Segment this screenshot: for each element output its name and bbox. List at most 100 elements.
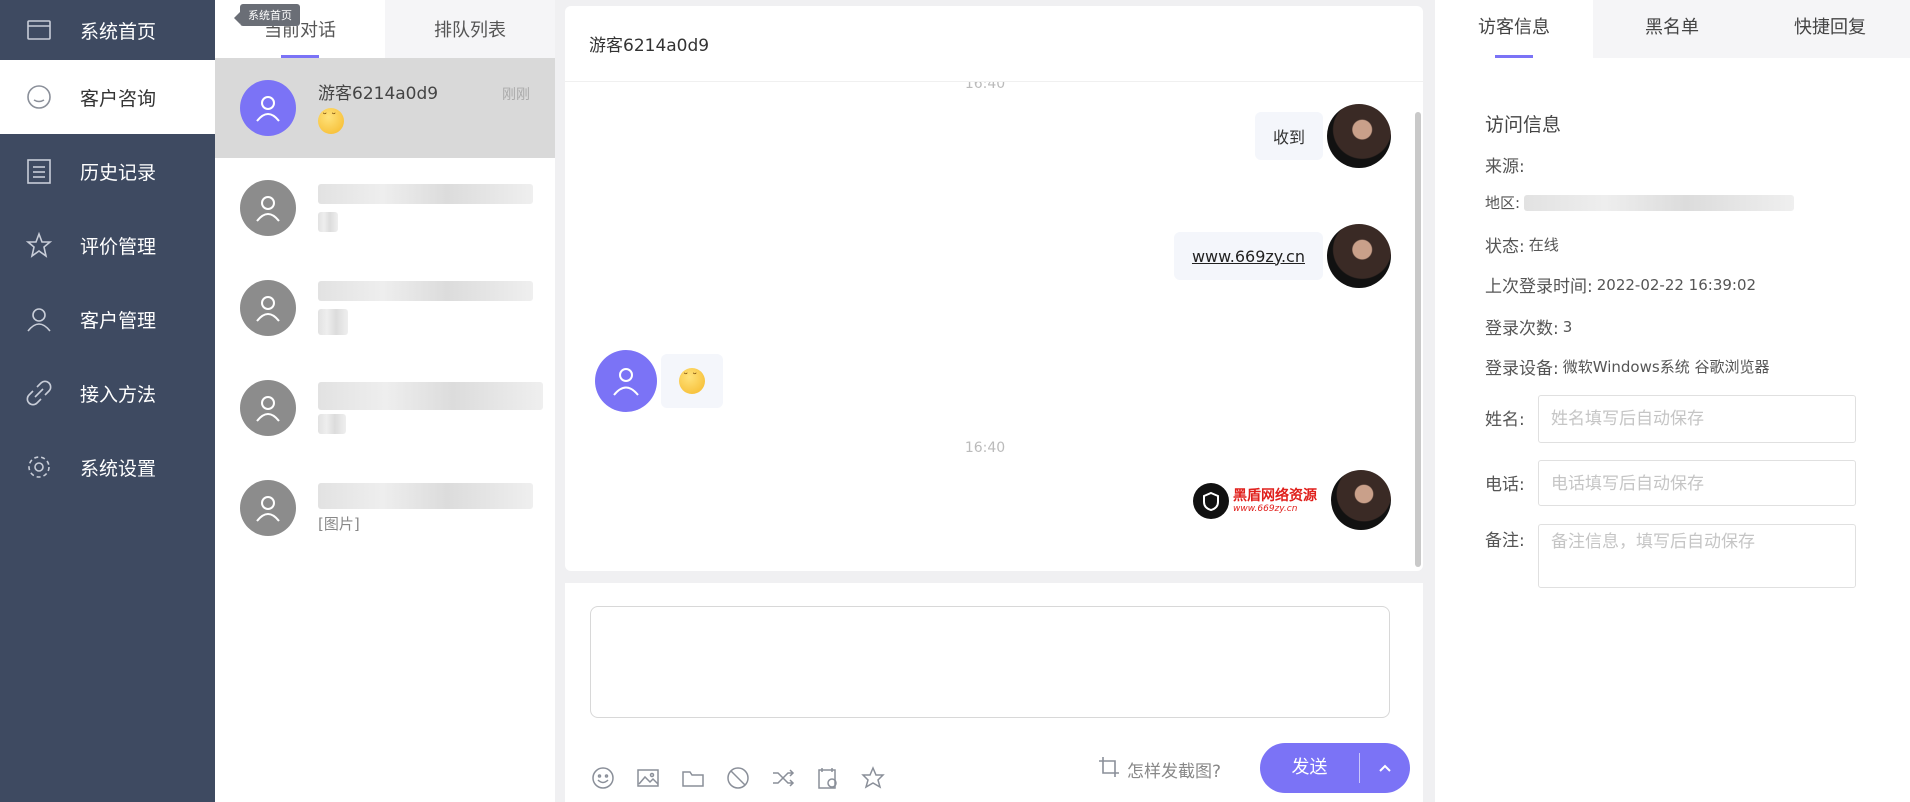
transfer-icon[interactable] xyxy=(770,765,795,790)
block-icon[interactable] xyxy=(725,765,750,790)
device-value: 微软Windows系统 谷歌浏览器 xyxy=(1562,358,1770,376)
region-field: 地区: xyxy=(1485,192,1795,213)
chat-window: 游客6214a0d9 16:40 收到 www.669zy.cn 16:40 黑… xyxy=(565,6,1423,571)
note-label: 备注: xyxy=(1485,531,1525,551)
conversation-item[interactable] xyxy=(215,158,555,258)
message-time: 16:40 xyxy=(964,440,1006,456)
nav-item-consult[interactable]: 客户咨询 xyxy=(0,60,215,134)
tab-blacklist[interactable]: 黑名单 xyxy=(1593,0,1751,58)
agent-avatar xyxy=(1327,104,1391,168)
composer-toolbar xyxy=(590,765,885,790)
chat-messages[interactable]: 16:40 收到 www.669zy.cn 16:40 黑盾网络资源 www.6… xyxy=(565,82,1423,571)
login-count-field: 登录次数: 3 xyxy=(1485,314,1573,340)
last-login-value: 2022-02-22 16:39:02 xyxy=(1596,275,1757,294)
nav-label: 客户咨询 xyxy=(80,87,157,110)
folder-icon[interactable] xyxy=(680,765,705,790)
last-login-field: 上次登录时间: 2022-02-22 16:39:02 xyxy=(1485,272,1757,298)
visitor-info-panel: 访客信息 黑名单 快捷回复 访问信息 来源: 地区: 状态: 在线 上次登录时间… xyxy=(1435,0,1910,802)
redacted-region xyxy=(1524,194,1795,211)
nav-item-customers[interactable]: 客户管理 xyxy=(0,282,215,356)
tab-queue[interactable]: 排队列表 xyxy=(385,0,555,58)
send-label: 发送 xyxy=(1260,753,1360,783)
emoji-icon xyxy=(318,107,344,134)
chevron-up-icon[interactable] xyxy=(1360,763,1410,773)
history-icon[interactable] xyxy=(815,765,840,790)
redacted-preview xyxy=(318,414,346,434)
redacted-preview xyxy=(318,212,338,232)
note-input[interactable]: 备注信息，填写后自动保存 xyxy=(1538,524,1856,588)
redacted-name xyxy=(318,482,533,509)
visitor-avatar xyxy=(240,180,296,236)
chat-scrollbar[interactable] xyxy=(1415,112,1421,567)
nav-item-home[interactable]: 系统首页 xyxy=(0,0,215,60)
redacted-name xyxy=(318,184,533,204)
window-icon xyxy=(24,15,54,45)
phone-input[interactable]: 电话填写后自动保存 xyxy=(1538,460,1856,506)
agent-avatar xyxy=(1331,470,1391,530)
nav-label: 客户管理 xyxy=(80,309,157,332)
conversation-preview: [图片] xyxy=(318,514,360,533)
list-icon xyxy=(24,156,54,186)
composer: 怎样发截图? 发送 xyxy=(565,583,1423,802)
info-tabs: 访客信息 黑名单 快捷回复 xyxy=(1435,0,1910,58)
nav-label: 系统设置 xyxy=(80,457,157,480)
login-count-value: 3 xyxy=(1562,317,1573,336)
conversation-item[interactable]: [图片] xyxy=(215,458,555,558)
redacted-preview xyxy=(318,309,348,335)
tab-visitor-info[interactable]: 访客信息 xyxy=(1435,0,1593,58)
conversation-item[interactable]: 游客6214a0d9 刚刚 xyxy=(215,58,555,158)
section-title: 访问信息 xyxy=(1485,114,1562,136)
conversation-item[interactable] xyxy=(215,358,555,458)
star-icon xyxy=(24,230,54,260)
conversation-panel: 当前对话 排队列表 游客6214a0d9 刚刚 xyxy=(215,0,555,802)
device-field: 登录设备: 微软Windows系统 谷歌浏览器 xyxy=(1485,354,1769,379)
last-login-label: 上次登录时间: xyxy=(1485,277,1593,297)
visitor-avatar xyxy=(240,80,296,136)
conversation-time: 刚刚 xyxy=(502,87,530,103)
visitor-avatar xyxy=(240,280,296,336)
status-label: 状态: xyxy=(1485,237,1525,257)
source-field: 来源: xyxy=(1485,152,1525,177)
nav-item-integration[interactable]: 接入方法 xyxy=(0,356,215,430)
message-bubble: 收到 xyxy=(1254,112,1323,160)
redacted-name xyxy=(318,382,543,410)
image-message[interactable]: 黑盾网络资源 www.669zy.cn xyxy=(1193,480,1323,522)
name-input[interactable]: 姓名填写后自动保存 xyxy=(1538,395,1856,443)
star-icon[interactable] xyxy=(860,765,885,790)
logo-title: 黑盾网络资源 xyxy=(1233,487,1317,504)
send-button[interactable]: 发送 xyxy=(1260,743,1410,793)
source-label: 来源: xyxy=(1485,157,1525,177)
conversation-item[interactable] xyxy=(215,258,555,358)
tab-quick-reply[interactable]: 快捷回复 xyxy=(1751,0,1909,58)
status-field: 状态: 在线 xyxy=(1485,232,1559,257)
message-link[interactable]: www.669zy.cn xyxy=(1192,247,1305,266)
message-input[interactable] xyxy=(590,606,1390,718)
redacted-name xyxy=(318,281,533,301)
user-icon xyxy=(24,304,54,334)
logo-url: www.669zy.cn xyxy=(1233,503,1298,514)
nav-item-rating[interactable]: 评价管理 xyxy=(0,208,215,282)
name-label: 姓名: xyxy=(1485,410,1525,430)
gear-icon xyxy=(24,452,54,482)
chat-title: 游客6214a0d9 xyxy=(565,6,1423,82)
screenshot-help[interactable]: 怎样发截图? xyxy=(1097,755,1221,784)
shield-icon xyxy=(1193,483,1229,519)
status-value: 在线 xyxy=(1528,236,1559,254)
nav-label: 评价管理 xyxy=(80,235,157,258)
phone-label: 电话: xyxy=(1485,475,1525,495)
image-icon[interactable] xyxy=(635,765,660,790)
region-label: 地区: xyxy=(1485,194,1521,212)
visitor-avatar xyxy=(240,480,296,536)
sidebar: 系统首页 客户咨询 历史记录 评价管理 客户管理 接入方法 系统设置 xyxy=(0,0,215,802)
nav-label: 接入方法 xyxy=(80,383,157,406)
nav-item-history[interactable]: 历史记录 xyxy=(0,134,215,208)
nav-label: 历史记录 xyxy=(80,161,157,184)
visitor-avatar xyxy=(595,350,657,412)
nav-item-settings[interactable]: 系统设置 xyxy=(0,430,215,504)
visitor-avatar xyxy=(240,380,296,436)
agent-avatar xyxy=(1327,224,1391,288)
emoji-icon[interactable] xyxy=(590,765,615,790)
chat-bubble-icon xyxy=(24,82,54,112)
message-bubble: www.669zy.cn xyxy=(1173,232,1323,280)
link-icon xyxy=(24,378,54,408)
